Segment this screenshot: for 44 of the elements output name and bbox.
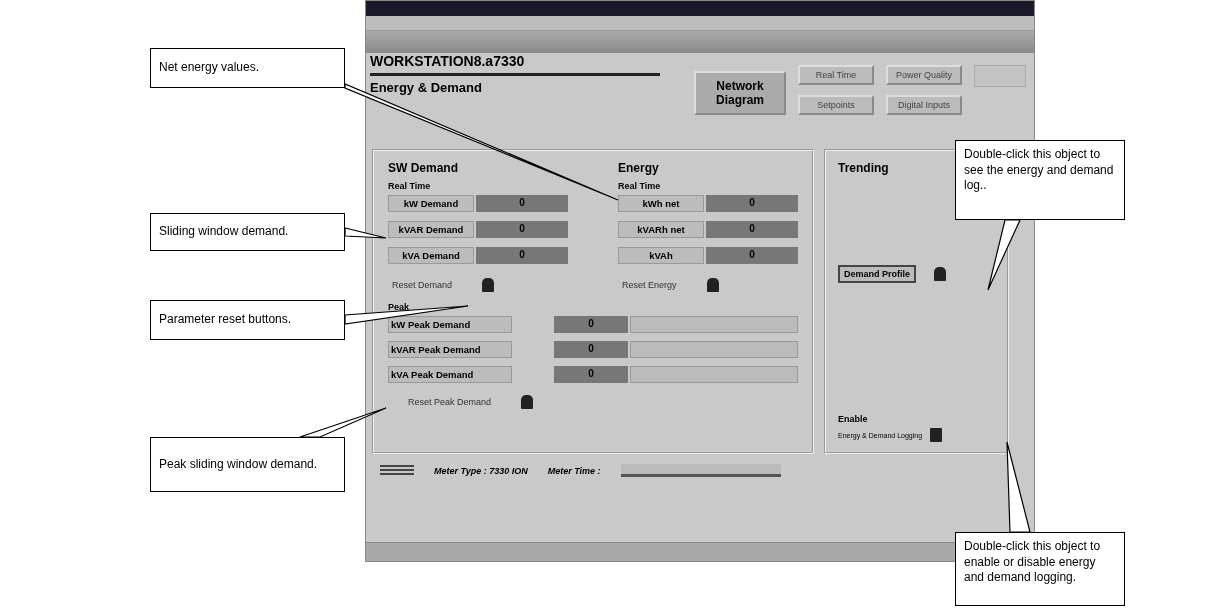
value-display: 0 bbox=[476, 247, 568, 264]
reset-label: Reset Energy bbox=[622, 280, 677, 290]
nav-button[interactable]: Real Time bbox=[798, 65, 874, 85]
section-heading: SW Demand bbox=[388, 161, 459, 175]
value-label: kVAh bbox=[618, 247, 704, 264]
value-display: 0 bbox=[554, 341, 628, 358]
demand-profile-button[interactable]: Demand Profile bbox=[838, 265, 916, 283]
value-label: kVA Peak Demand bbox=[388, 366, 512, 383]
section-heading: Energy bbox=[618, 161, 660, 175]
callout-box: Double-click this object to enable or disable energy and demand logging. bbox=[955, 532, 1125, 606]
value-display: 0 bbox=[476, 221, 568, 238]
screen-title: Energy & Demand bbox=[370, 80, 483, 95]
meter-time-label: Meter Time : bbox=[547, 465, 601, 476]
reset-label: Reset Peak Demand bbox=[408, 397, 492, 407]
leader-line bbox=[344, 227, 387, 239]
reset-label: Reset Demand bbox=[392, 280, 453, 290]
callout-box: Double-click this object to see the energy and demand log.. bbox=[955, 140, 1125, 220]
nav-button[interactable]: Network Diagram bbox=[694, 71, 786, 115]
leader-line bbox=[987, 219, 1021, 291]
value-label: kW Peak Demand bbox=[388, 316, 512, 333]
callout-box: Net energy values. bbox=[150, 48, 345, 88]
value-display: 0 bbox=[554, 316, 628, 333]
value-display: 0 bbox=[706, 247, 798, 264]
section-label: Real Time bbox=[618, 181, 662, 191]
nav-button[interactable]: Setpoints bbox=[798, 95, 874, 115]
value-display: 0 bbox=[706, 195, 798, 212]
value-label: kVA Demand bbox=[388, 247, 474, 264]
workstation-title: WORKSTATION8.a7330 bbox=[370, 53, 660, 76]
nav-button[interactable]: Power Quality bbox=[886, 65, 962, 85]
section-label: Real Time bbox=[388, 181, 432, 191]
meter-type: Meter Type : 7330 ION bbox=[434, 465, 528, 476]
section-label: Enable bbox=[838, 414, 869, 424]
value-display: 0 bbox=[554, 366, 628, 383]
value-display: 0 bbox=[706, 221, 798, 238]
value-label: kWh net bbox=[618, 195, 704, 212]
section-label: Peak bbox=[388, 302, 411, 312]
section-heading: Trending bbox=[838, 161, 889, 175]
value-display: 0 bbox=[476, 195, 568, 212]
value-label: kVAR Demand bbox=[388, 221, 474, 238]
nav-button[interactable]: Digital Inputs bbox=[886, 95, 962, 115]
value-label: kVARh net bbox=[618, 221, 704, 238]
value-label: kW Demand bbox=[388, 195, 474, 212]
value-label: kVAR Peak Demand bbox=[388, 341, 512, 358]
callout-box: Sliding window demand. bbox=[150, 213, 345, 251]
